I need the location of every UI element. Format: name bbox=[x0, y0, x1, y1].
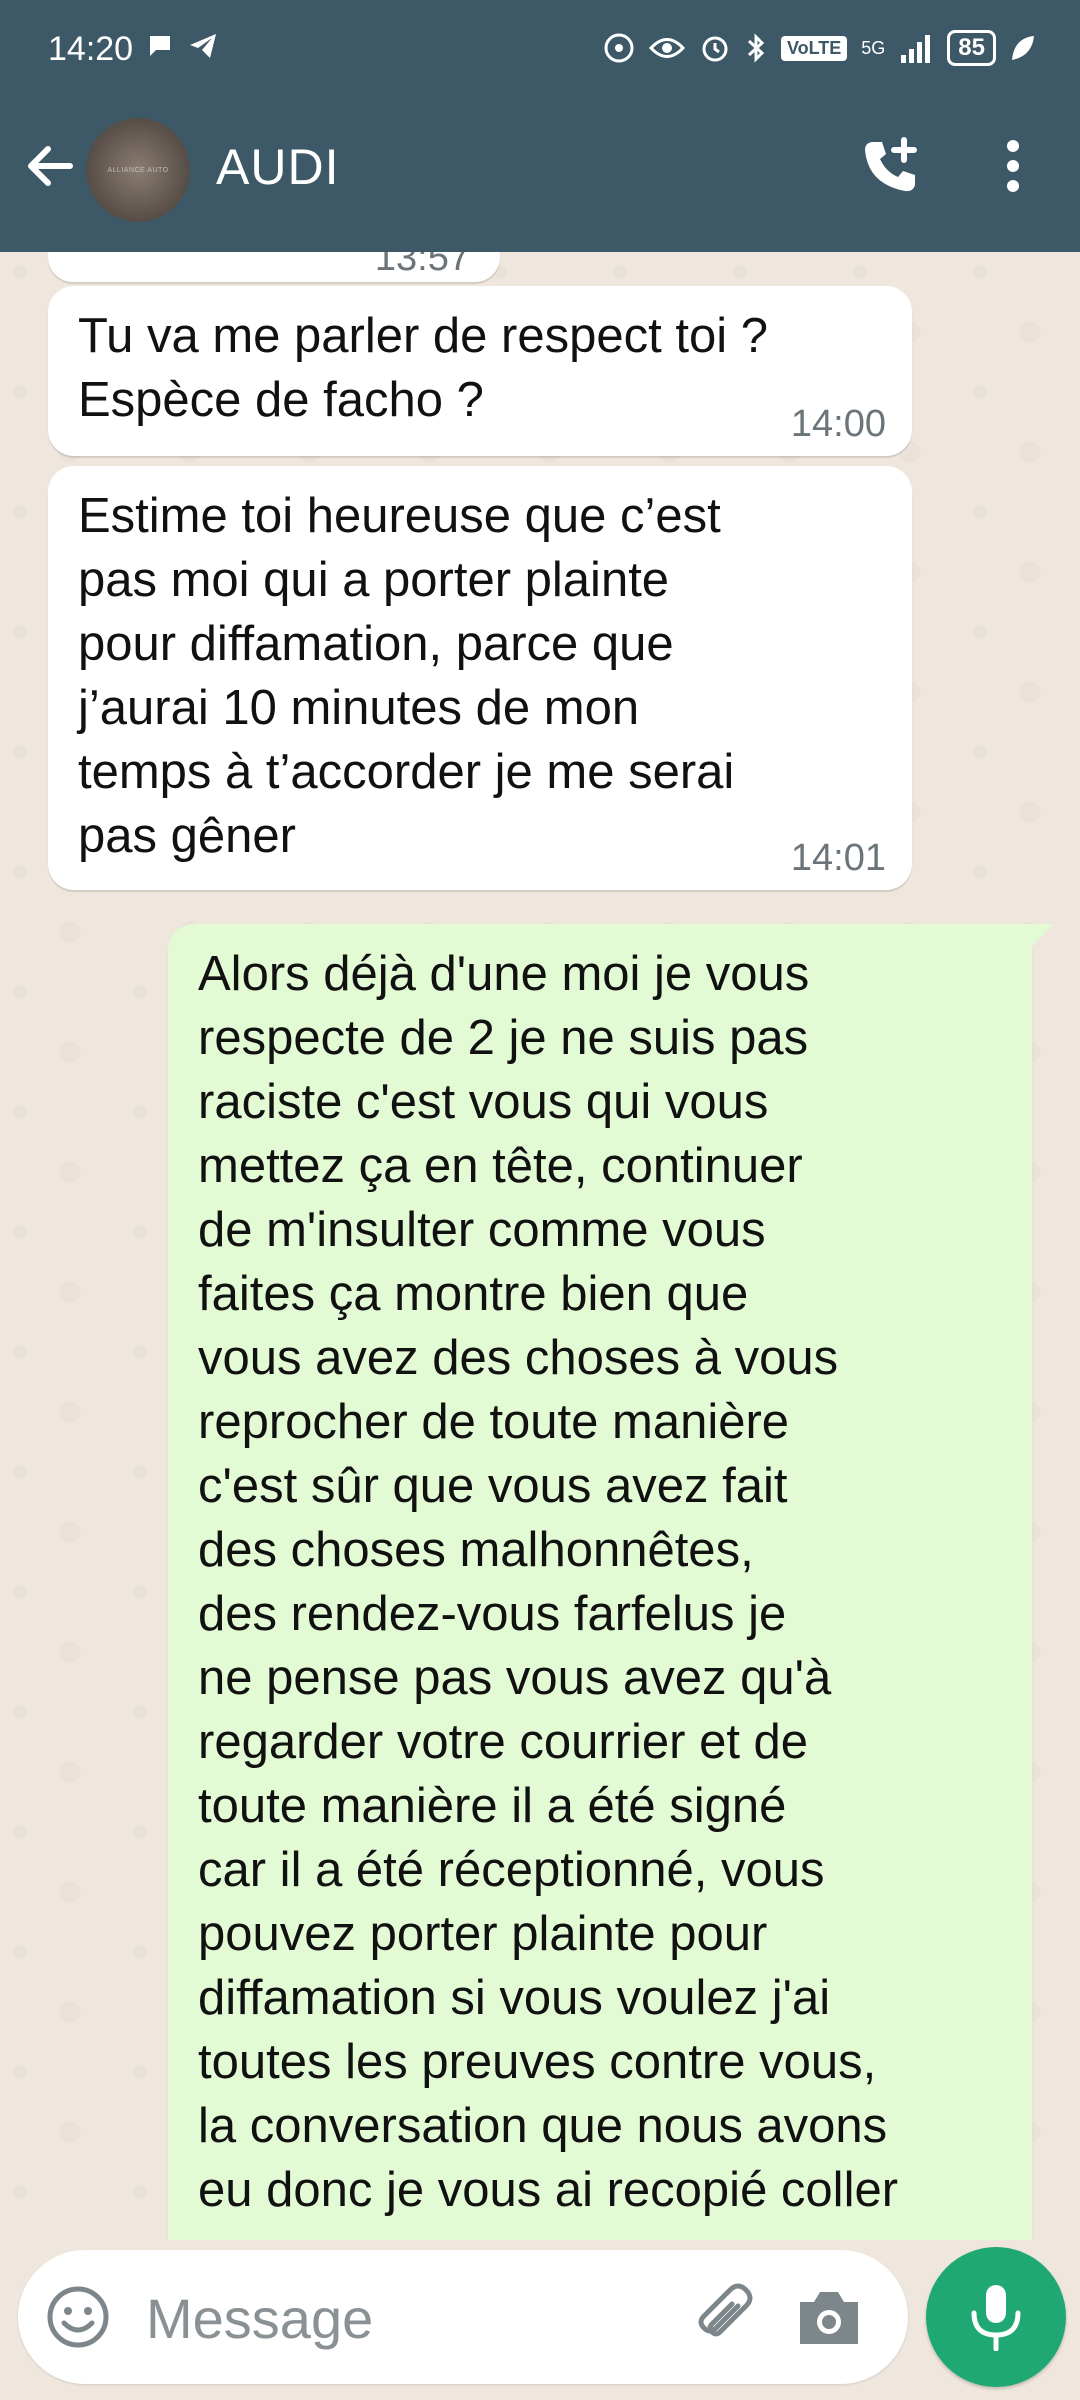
camera-icon[interactable] bbox=[794, 2284, 864, 2350]
message-bubble-outgoing[interactable]: Alors déjà d'une moi je vous respecte de… bbox=[168, 924, 1054, 2240]
back-arrow-icon[interactable] bbox=[20, 136, 80, 196]
mic-icon bbox=[971, 2285, 1021, 2351]
status-right: VoLTE 5G 85 bbox=[603, 30, 1036, 66]
avatar[interactable]: ALLIANCE AUTO bbox=[86, 118, 190, 222]
eye-icon bbox=[648, 38, 685, 58]
chat-bubble-icon bbox=[150, 36, 170, 56]
bubble-tail bbox=[1030, 924, 1054, 948]
message-time: 14:00 bbox=[790, 403, 886, 445]
telegram-icon bbox=[190, 34, 216, 58]
battery-level: 85 bbox=[947, 30, 996, 66]
volte-badge: VoLTE bbox=[780, 35, 848, 61]
hotspot-icon bbox=[604, 33, 634, 63]
message-text: Estime toi heureuse que c’est pas moi qu… bbox=[78, 489, 735, 863]
message-bubble-incoming[interactable]: 13:57 bbox=[48, 252, 500, 282]
network-type: 5G bbox=[861, 37, 886, 58]
chat-area[interactable]: 13:57 Tu va me parler de respect toi ? E… bbox=[0, 252, 1080, 2240]
message-text: Alors déjà d'une moi je vous respecte de… bbox=[198, 947, 899, 2217]
message-text: Tu va me parler de respect toi ? Espèce … bbox=[78, 309, 768, 427]
leaf-icon bbox=[1012, 36, 1034, 60]
mic-button[interactable] bbox=[926, 2247, 1066, 2387]
add-call-icon[interactable] bbox=[858, 134, 922, 198]
emoji-icon[interactable] bbox=[44, 2283, 112, 2351]
header: 14:20 VoLTE 5G 85 ALLIANCE AUTO AUDI bbox=[0, 0, 1080, 252]
app-bar: ALLIANCE AUTO AUDI bbox=[0, 104, 1080, 252]
alarm-icon bbox=[702, 36, 728, 62]
status-time: 14:20 bbox=[48, 30, 134, 68]
message-time: 13:57 bbox=[374, 252, 470, 279]
avatar-caption: ALLIANCE AUTO bbox=[107, 166, 169, 174]
message-bubble-incoming[interactable]: Tu va me parler de respect toi ? Espèce … bbox=[48, 286, 912, 456]
signal-icon bbox=[901, 35, 931, 63]
paperclip-icon[interactable] bbox=[690, 2282, 760, 2352]
contact-name[interactable]: AUDI bbox=[216, 138, 339, 196]
message-bubble-incoming[interactable]: Estime toi heureuse que c’est pas moi qu… bbox=[48, 466, 912, 890]
bluetooth-icon bbox=[747, 33, 765, 63]
message-input[interactable] bbox=[144, 2280, 668, 2356]
status-bar: 14:20 VoLTE 5G 85 bbox=[0, 0, 1080, 104]
more-vert-icon[interactable] bbox=[998, 134, 1028, 198]
message-time: 14:01 bbox=[790, 837, 886, 879]
message-composer bbox=[18, 2250, 908, 2384]
notification-icons bbox=[146, 32, 218, 60]
